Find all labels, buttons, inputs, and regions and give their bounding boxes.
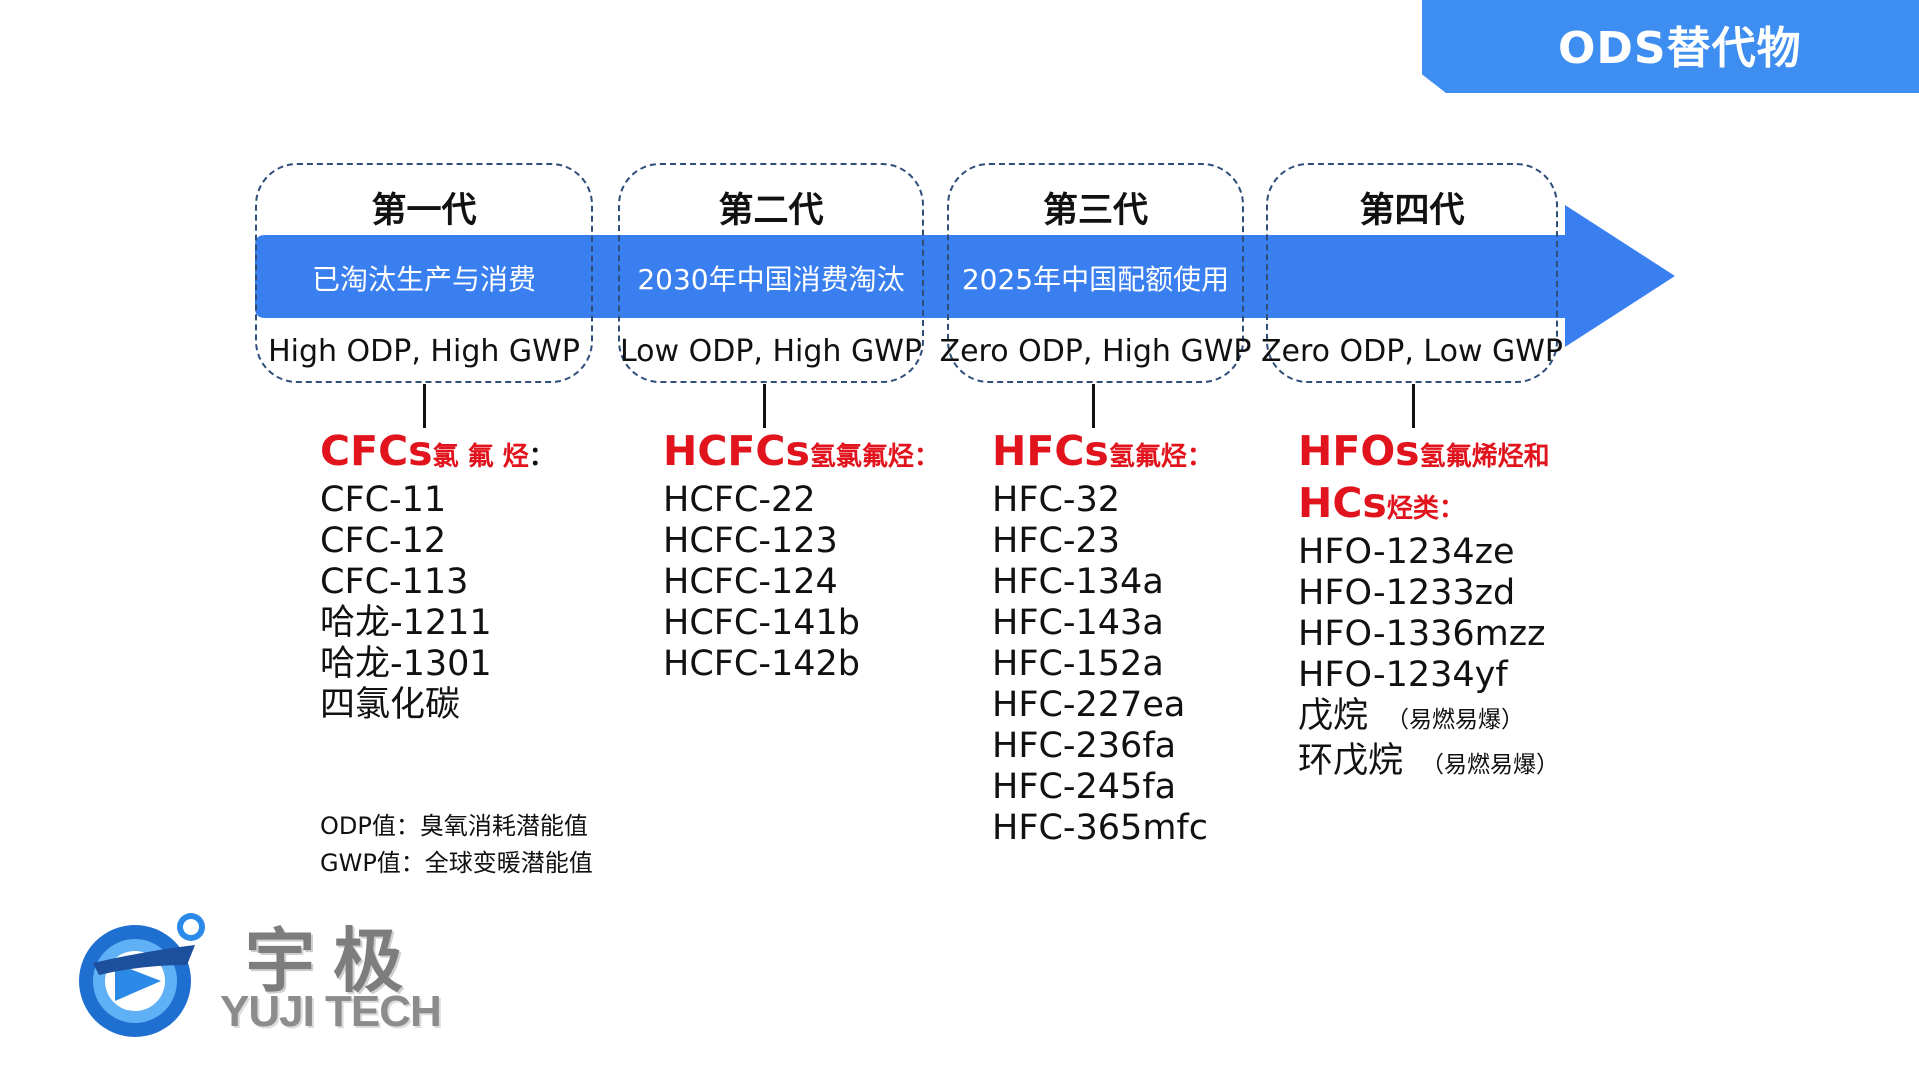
list-item: HFO-1336mzz [1298, 614, 1546, 654]
list-item: HFC-32 [992, 480, 1121, 520]
logo-mark-icon [79, 913, 205, 1037]
flammable-note: （易燃易爆） [1421, 752, 1560, 778]
list-item: HCFC-141b [663, 603, 860, 643]
list-item: HCFC-124 [663, 562, 838, 602]
generation-box-2: 第二代 2030年中国消费淘汰 Low ODP, High GWP [618, 163, 924, 383]
generation-title: 第一代 [371, 191, 477, 231]
refrigerant-list: HCFC-22 HCFC-123 HCFC-124 HCFC-141b HCFC… [663, 480, 940, 685]
column-heading: HCFCs氢氯氟烃： [663, 427, 940, 475]
odp-definition: ODP值：臭氧消耗潜能值 [320, 812, 588, 840]
generation-status: 2025年中国配额使用 [961, 263, 1230, 296]
list-item: 四氯化碳 [320, 685, 461, 725]
column-heading: CFCs氯 氟 烃： [320, 427, 555, 475]
generation-box-3: 第三代 2025年中国配额使用 Zero ODP, High GWP [940, 163, 1251, 383]
list-item: CFC-113 [320, 562, 469, 602]
column-heading: HFCs氢氟烃： [992, 427, 1213, 475]
connector-line [423, 384, 426, 428]
generation-odp-gwp: Low ODP, High GWP [620, 334, 922, 369]
generation-box-1: 第一代 已淘汰生产与消费 High ODP, High GWP [255, 163, 593, 383]
gwp-definition: GWP值：全球变暖潜能值 [320, 849, 593, 877]
generation-title: 第四代 [1359, 191, 1465, 231]
connector-line [1092, 384, 1095, 428]
list-item: CFC-11 [320, 480, 447, 520]
list-item: HFO-1234ze [1298, 532, 1515, 572]
company-logo: 宇极 YUJI TECH [75, 905, 470, 1045]
connector-line [763, 384, 766, 428]
list-item: 环戊烷 （易燃易爆） [1298, 741, 1560, 781]
generation-odp-gwp: High ODP, High GWP [268, 334, 580, 369]
list-item: HFC-365mfc [992, 808, 1208, 848]
list-item: HFO-1233zd [1298, 573, 1516, 613]
list-item: HFO-1234yf [1298, 655, 1508, 695]
list-item: 哈龙-1301 [320, 644, 492, 684]
refrigerant-column-hcfcs: HCFCs氢氯氟烃： HCFC-22 HCFC-123 HCFC-124 HCF… [663, 428, 940, 685]
list-item: HCFC-123 [663, 521, 838, 561]
column-heading: HFOs氢氟烯烃和 [1298, 427, 1550, 475]
generation-title: 第三代 [1042, 191, 1148, 231]
slide-title: ODS替代物 [1558, 23, 1802, 74]
refrigerant-list: HFC-32 HFC-23 HFC-134a HFC-143a HFC-152a… [992, 480, 1213, 849]
generation-status: 2030年中国消费淘汰 [637, 263, 905, 296]
flammable-note: （易燃易爆） [1386, 707, 1525, 733]
generation-box-4: 第四代 Zero ODP, Low GWP [1261, 163, 1563, 383]
refrigerant-list: HFO-1234ze HFO-1233zd HFO-1336mzz HFO-12… [1298, 532, 1559, 786]
title-tag: ODS替代物 [1422, 0, 1919, 93]
list-item: HFC-227ea [992, 685, 1186, 725]
list-item: HFC-152a [992, 644, 1164, 684]
list-item: HFC-236fa [992, 726, 1177, 766]
generation-odp-gwp: Zero ODP, Low GWP [1260, 334, 1564, 369]
connector-line [1412, 384, 1415, 428]
logo-english-text: YUJI TECH [220, 987, 442, 1036]
generation-status: 已淘汰生产与消费 [311, 263, 536, 296]
list-item: 戊烷 （易燃易爆） [1298, 696, 1525, 736]
list-item: HCFC-22 [663, 480, 816, 520]
refrigerant-list: CFC-11 CFC-12 CFC-113 哈龙-1211 哈龙-1301 四氯… [320, 480, 555, 726]
column-heading-2: HCs烃类： [1298, 479, 1465, 527]
generation-title: 第二代 [718, 191, 824, 231]
list-item: HFC-143a [992, 603, 1164, 643]
refrigerant-column-cfcs: CFCs氯 氟 烃： CFC-11 CFC-12 CFC-113 哈龙-1211… [320, 428, 555, 726]
definition-notes: ODP值：臭氧消耗潜能值 GWP值：全球变暖潜能值 [320, 808, 593, 882]
refrigerant-column-hfcs: HFCs氢氟烃： HFC-32 HFC-23 HFC-134a HFC-143a… [992, 428, 1213, 849]
list-item: HCFC-142b [663, 644, 860, 684]
list-item: HFC-134a [992, 562, 1164, 602]
list-item: HFC-245fa [992, 767, 1177, 807]
refrigerant-column-hfos: HFOs氢氟烯烃和 HCs烃类： HFO-1234ze HFO-1233zd H… [1298, 428, 1559, 786]
generation-odp-gwp: Zero ODP, High GWP [939, 334, 1252, 369]
list-item: HFC-23 [992, 521, 1121, 561]
list-item: 哈龙-1211 [320, 603, 492, 643]
list-item: CFC-12 [320, 521, 447, 561]
